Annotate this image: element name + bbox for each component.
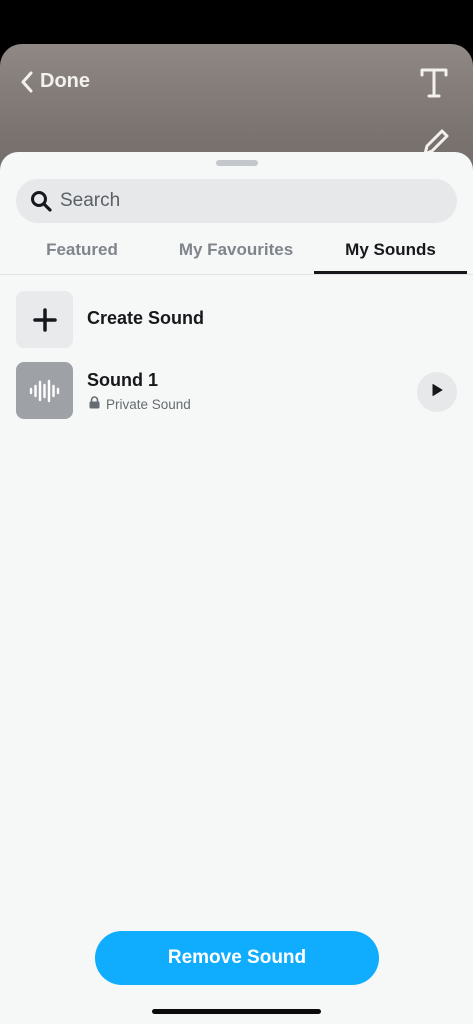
sound-privacy: Private Sound: [89, 396, 191, 412]
search-bar[interactable]: [16, 179, 457, 223]
done-label: Done: [40, 70, 90, 92]
text-tool-icon[interactable]: [419, 66, 449, 100]
play-icon: [430, 383, 444, 402]
tab-my-sounds[interactable]: My Sounds: [314, 240, 467, 260]
home-indicator: [152, 1009, 321, 1014]
plus-icon: [16, 291, 73, 348]
play-button[interactable]: [417, 372, 457, 412]
sounds-sheet: Featured My Favourites My Sounds Create …: [0, 152, 473, 1024]
screen: Done Featured My Favourites: [0, 0, 473, 1024]
lock-icon: [89, 396, 100, 412]
waveform-icon: [16, 362, 73, 419]
search-input[interactable]: [60, 183, 420, 219]
tab-bar: Featured My Favourites My Sounds: [0, 232, 473, 275]
search-icon: [30, 190, 52, 212]
tab-selected-indicator: [314, 271, 467, 274]
create-sound-label: Create Sound: [87, 308, 205, 328]
remove-sound-button[interactable]: Remove Sound: [95, 931, 379, 985]
create-sound-item[interactable]: Create Sound: [16, 291, 457, 349]
sheet-grabber[interactable]: [216, 160, 258, 166]
sound-privacy-label: Private Sound: [106, 396, 191, 412]
chevron-left-icon: [20, 71, 34, 93]
tab-featured[interactable]: Featured: [20, 240, 144, 260]
done-button[interactable]: Done: [20, 70, 90, 93]
tab-my-favourites[interactable]: My Favourites: [160, 240, 312, 260]
sound-list-item[interactable]: Sound 1 Private Sound: [16, 362, 457, 420]
sound-title: Sound 1: [87, 370, 158, 390]
